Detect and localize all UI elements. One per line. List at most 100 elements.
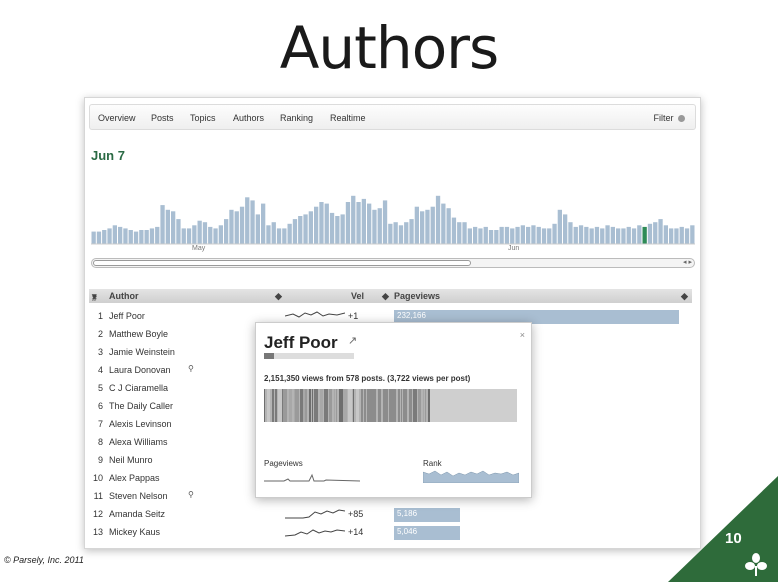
timeline-scrollbar[interactable]: ◂ ▸ <box>91 258 695 268</box>
row-author-name[interactable]: Alexa Williams <box>109 437 168 447</box>
post-stripe <box>392 389 394 422</box>
page-number: 10 <box>725 530 742 547</box>
timeline-bar <box>647 223 653 244</box>
timeline-bar <box>197 220 202 244</box>
row-velocity: +85 <box>348 509 364 519</box>
timeline-bar <box>584 226 589 244</box>
search-icon[interactable]: ⚲ <box>188 364 194 373</box>
timeline-bar <box>276 228 282 244</box>
timeline-bar <box>372 209 377 244</box>
timeline-bar <box>181 228 186 244</box>
timeline-chart[interactable] <box>91 188 695 254</box>
row-author-name[interactable]: Alexis Levinson <box>109 419 172 429</box>
timeline-bar <box>218 225 223 244</box>
timeline-bar <box>388 223 393 244</box>
tab-topics[interactable]: Topics <box>190 113 216 123</box>
row-author-name[interactable]: C J Ciaramella <box>109 383 168 393</box>
dashboard-screenshot: Overview Posts Topics Authors Ranking Re… <box>84 97 701 549</box>
pageviews-label: Pageviews <box>264 459 303 468</box>
timeline-bar <box>435 195 441 244</box>
timeline-bar <box>96 231 102 244</box>
scrollbar-thumb[interactable] <box>93 260 471 266</box>
timeline-bar <box>690 225 695 244</box>
sort-icon[interactable]: ◆ <box>681 291 688 302</box>
timeline-bar <box>674 228 679 244</box>
timeline-bar <box>515 226 520 244</box>
tab-realtime[interactable]: Realtime <box>330 113 366 123</box>
row-author-name[interactable]: Matthew Boyle <box>109 329 168 339</box>
filter-label: Filter <box>653 113 674 123</box>
row-author-name[interactable]: Jamie Weinstein <box>109 347 175 357</box>
timeline-bar <box>578 225 584 244</box>
row-rank: 13 <box>92 527 103 537</box>
post-stripe <box>278 389 282 422</box>
timeline-bar <box>684 228 690 244</box>
timeline-bar <box>319 202 324 244</box>
post-stripe <box>383 389 384 422</box>
post-stripe <box>294 389 295 422</box>
post-stripe <box>336 389 337 422</box>
timeline-bar <box>510 228 515 244</box>
row-author-name[interactable]: Steven Nelson <box>109 491 168 501</box>
month-label-may: May <box>192 245 206 252</box>
post-stripe <box>364 389 366 422</box>
timeline-bar <box>351 195 356 244</box>
timeline-bar <box>547 228 552 244</box>
timeline-bar <box>589 228 594 244</box>
col-pageviews-header[interactable]: Pageviews <box>394 291 440 301</box>
post-stripe <box>353 389 354 422</box>
sort-icon[interactable]: ◆ <box>275 291 282 302</box>
table-row[interactable]: 13 Mickey Kaus +14 5,046 <box>89 523 692 541</box>
row-rank: 7 <box>97 419 103 429</box>
timeline-bar <box>488 230 494 244</box>
table-row[interactable]: 12 Amanda Seitz +85 5,186 <box>89 505 692 523</box>
pageviews-value: 5,046 <box>397 527 418 536</box>
timeline-bar <box>133 231 139 244</box>
tab-authors[interactable]: Authors <box>233 113 264 123</box>
author-popup: Jeff Poor ↗ × 2,151,350 views from 578 p… <box>255 322 532 498</box>
row-rank: 9 <box>97 455 103 465</box>
timeline-bar <box>594 226 600 244</box>
row-rank: 12 <box>92 509 103 519</box>
sort-icon[interactable]: ◆ <box>382 291 389 302</box>
timeline-bar <box>414 206 419 244</box>
row-author-name[interactable]: Jeff Poor <box>109 311 145 321</box>
timeline-bar <box>229 209 234 244</box>
post-stripe <box>264 389 265 422</box>
row-rank: 1 <box>97 311 103 321</box>
external-link-icon[interactable]: ↗ <box>348 334 357 347</box>
post-stripe <box>356 389 359 422</box>
col-rank-header[interactable]: # ▾ <box>92 291 97 303</box>
timeline-bar <box>621 228 626 244</box>
row-author-name[interactable]: Neil Munro <box>109 455 153 465</box>
row-author-name[interactable]: The Daily Caller <box>109 401 173 411</box>
post-stripe <box>423 389 424 422</box>
tab-overview[interactable]: Overview <box>98 113 136 123</box>
filter-button[interactable]: Filter <box>653 113 685 123</box>
row-author-name[interactable]: Amanda Seitz <box>109 509 165 519</box>
post-stripe <box>282 389 283 422</box>
tab-posts[interactable]: Posts <box>151 113 174 123</box>
scroll-arrows-icon[interactable]: ◂ ▸ <box>683 258 692 266</box>
timeline-bar <box>605 225 610 244</box>
timeline-bar <box>91 231 96 244</box>
tab-ranking[interactable]: Ranking <box>280 113 313 123</box>
col-author-header[interactable]: Author <box>109 291 139 301</box>
post-stripe <box>389 389 391 422</box>
timeline-bar <box>626 226 631 244</box>
search-icon[interactable]: ⚲ <box>188 490 194 499</box>
row-author-name[interactable]: Mickey Kaus <box>109 527 160 537</box>
row-rank: 4 <box>97 365 103 375</box>
post-stripe <box>295 389 299 422</box>
timeline-bar <box>112 225 117 244</box>
timeline-bar <box>144 230 149 244</box>
col-vel-header[interactable]: Vel <box>351 291 364 301</box>
row-author-name[interactable]: Laura Donovan <box>109 365 171 375</box>
post-stripe <box>361 389 363 422</box>
timeline-bar <box>600 228 605 244</box>
popup-author-name[interactable]: Jeff Poor <box>264 333 338 353</box>
post-stripe <box>398 389 400 422</box>
timeline-bar <box>186 228 192 244</box>
row-author-name[interactable]: Alex Pappas <box>109 473 160 483</box>
close-icon[interactable]: × <box>520 330 525 340</box>
